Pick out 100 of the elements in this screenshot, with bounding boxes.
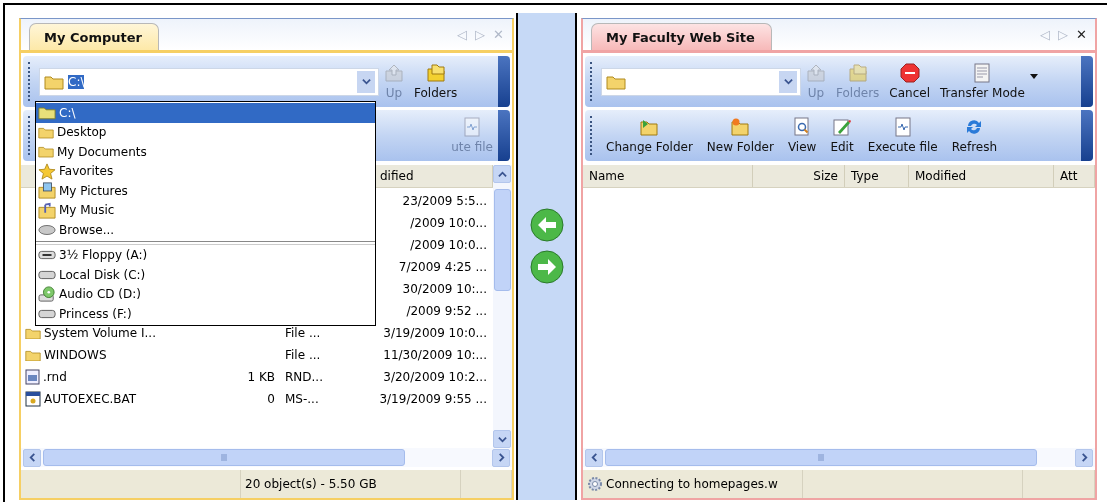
table-cell-text: 3/19/2009 10:0...	[382, 326, 488, 340]
close-button[interactable]: ✕	[1076, 27, 1087, 42]
scrollbar-thumb[interactable]	[494, 189, 511, 291]
scroll-right-button[interactable]	[1075, 448, 1093, 467]
change-folder-icon	[639, 117, 660, 137]
scroll-right-button[interactable]	[492, 448, 510, 467]
stop-icon	[899, 63, 920, 83]
toolbar-grip[interactable]	[28, 62, 33, 101]
column-heading[interactable]: Name	[583, 165, 753, 187]
horizontal-scrollbar[interactable]	[583, 448, 1095, 467]
menu-item[interactable]: Local Disk (C:)	[36, 265, 375, 285]
toolbar-button[interactable]: Cancel	[884, 56, 935, 107]
document-icon	[972, 63, 993, 83]
status-text: Connecting to homepages.w	[606, 477, 778, 491]
scroll-up-button[interactable]	[493, 165, 511, 183]
table-cell-text: MS-...	[284, 392, 320, 406]
toolbar-grip[interactable]	[590, 116, 595, 155]
dropdown-button[interactable]	[779, 70, 797, 93]
toolbar-button[interactable]: Folders	[409, 56, 463, 107]
disk-drive-icon	[38, 308, 56, 319]
chevron-right-icon	[496, 453, 506, 462]
column-heading[interactable]: Att	[1054, 165, 1095, 187]
toolbar-button[interactable]: Execute file	[862, 110, 943, 161]
chevron-left-icon	[589, 453, 599, 462]
table-cell-text: 3/19/2009 9:55 ...	[378, 392, 488, 406]
dropdown-button[interactable]	[357, 70, 375, 93]
scroll-left-button[interactable]	[23, 448, 41, 467]
table-cell-text: 1 KB	[246, 370, 276, 384]
horizontal-scrollbar[interactable]	[21, 448, 512, 467]
chevron-right-icon	[1079, 453, 1089, 462]
table-cell-text: 0	[266, 392, 276, 406]
arrow-right-icon[interactable]	[529, 250, 564, 284]
edit-icon	[832, 117, 853, 137]
address-text: C:\	[68, 74, 85, 89]
menu-item[interactable]: My Music	[36, 200, 375, 220]
vertical-scrollbar[interactable]	[493, 165, 512, 448]
column-heading[interactable]: Size	[753, 165, 845, 187]
table-cell: System Volume I...	[21, 326, 221, 340]
menu-item[interactable]: Princess (F:)	[36, 304, 375, 324]
execute-file-icon	[892, 117, 913, 137]
scrollbar-thumb[interactable]	[43, 449, 405, 466]
menu-item[interactable]: Audio CD (D:)	[36, 284, 375, 304]
menu-item[interactable]: My Documents	[36, 142, 375, 162]
toolbar-button[interactable]: Refresh	[946, 110, 1003, 161]
scroll-down-button[interactable]	[493, 430, 511, 448]
table-cell-text: 23/2009 5:5...	[401, 194, 488, 208]
table-cell: AUTOEXEC.BAT	[21, 391, 221, 407]
music-folder-icon	[38, 201, 56, 219]
toolbar-grip[interactable]	[590, 62, 595, 101]
table-cell-text: 7/2009 4:25 ...	[397, 260, 488, 274]
arrow-left-icon[interactable]	[529, 208, 564, 242]
menu-item[interactable]: 3½ Floppy (A:)	[36, 245, 375, 265]
address-combo[interactable]: C:\	[39, 67, 379, 96]
disk-drive-icon	[38, 269, 56, 280]
table-cell: WINDOWS	[21, 348, 221, 362]
file-icon	[25, 369, 40, 385]
menu-item[interactable]: Desktop	[36, 122, 375, 142]
floppy-drive-icon	[38, 250, 56, 261]
table-cell-text: 3/20/2009 10:2...	[382, 370, 488, 384]
chevron-down-icon	[783, 77, 793, 86]
folder-icon	[25, 348, 41, 362]
chevron-left-icon	[27, 453, 37, 462]
table-cell-text: RND...	[284, 370, 324, 384]
star-icon	[38, 162, 56, 180]
table-cell-text: /2009 10:0...	[409, 238, 488, 252]
toolbar-button[interactable]: Change Folder	[601, 110, 698, 161]
table-cell: .rnd	[21, 369, 221, 385]
execute-file-icon	[462, 117, 483, 137]
column-heading[interactable]: Modified	[909, 165, 1054, 187]
table-cell-text: 30/2009 10:...	[401, 282, 488, 296]
toolbar-button[interactable]: View	[782, 110, 822, 161]
program-icon	[25, 391, 41, 407]
menu-item[interactable]: Browse...	[36, 220, 375, 240]
folder-icon	[606, 73, 626, 90]
folder-icon	[38, 145, 54, 159]
up-folder-icon	[384, 63, 404, 83]
folders-icon	[425, 63, 446, 83]
status-text: 20 object(s) - 5.50 GB	[245, 477, 377, 491]
toolbar-button[interactable]: Transfer Mode	[935, 56, 1030, 107]
folder-icon	[38, 105, 56, 121]
folder-icon	[38, 125, 54, 139]
picture-folder-icon	[38, 182, 56, 200]
menu-item[interactable]: C:\	[36, 103, 375, 123]
up-folder-icon	[806, 63, 826, 83]
chevron-down-icon	[361, 77, 371, 86]
chevron-down-icon	[497, 434, 507, 444]
table-cell-text: /2009 10:0...	[409, 216, 488, 230]
caret-icon[interactable]	[1029, 74, 1038, 79]
pane-tab[interactable]: My Faculty Web Site	[591, 23, 772, 50]
scroll-left-button[interactable]	[585, 448, 603, 467]
scrollbar-thumb[interactable]	[605, 449, 1037, 466]
toolbar-grip[interactable]	[28, 116, 33, 155]
column-heading[interactable]: Type	[845, 165, 909, 187]
toolbar-button[interactable]: New Folder	[701, 110, 779, 161]
table-cell-text: File ...	[284, 326, 322, 340]
pane-tab[interactable]: My Computer	[29, 23, 159, 50]
table-cell-text: File ...	[284, 348, 322, 362]
drive-icon	[38, 223, 56, 236]
table-cell-text: /2009 9:52 ...	[405, 304, 488, 318]
toolbar-button[interactable]: Edit	[825, 110, 859, 161]
